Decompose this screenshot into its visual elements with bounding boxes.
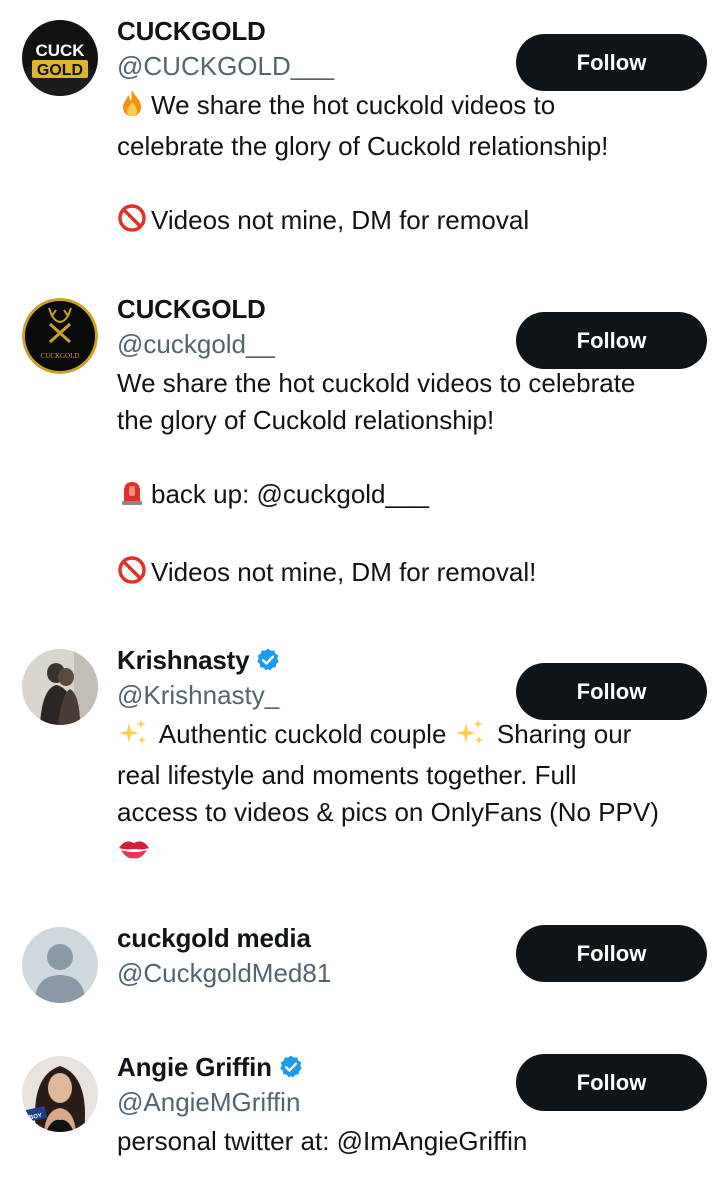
user-bio: personal twitter at: @ImAngieGriffin bbox=[117, 1126, 528, 1156]
fire-icon bbox=[117, 88, 147, 128]
backup-handle-link[interactable]: back up: @cuckgold___ bbox=[151, 479, 429, 509]
follow-button[interactable]: Follow bbox=[516, 312, 707, 369]
sparkles-icon bbox=[454, 717, 486, 757]
user-cell-cuckgold-2[interactable]: CUCKGOLD CUCKGOLD @cuckgold__ We share t… bbox=[0, 294, 723, 614]
display-name[interactable]: cuckgold media bbox=[117, 923, 311, 954]
svg-text:CUCK: CUCK bbox=[35, 41, 85, 60]
avatar[interactable]: CUCKGOLD bbox=[22, 298, 98, 374]
user-bio: We share the hot cuckold videos to celeb… bbox=[117, 365, 707, 595]
avatar[interactable] bbox=[22, 649, 98, 725]
siren-icon bbox=[117, 477, 147, 517]
kiss-mark-icon bbox=[117, 834, 151, 872]
verified-badge-icon bbox=[278, 1054, 304, 1080]
display-name[interactable]: Angie Griffin bbox=[117, 1052, 272, 1083]
display-name[interactable]: CUCKGOLD bbox=[117, 294, 266, 325]
display-name[interactable]: Krishnasty bbox=[117, 645, 250, 676]
verified-badge-icon bbox=[255, 647, 281, 673]
user-bio: We share the hot cuckold videos to celeb… bbox=[117, 87, 707, 243]
follow-button[interactable]: Follow bbox=[516, 34, 707, 91]
prohibited-icon bbox=[117, 555, 147, 595]
follow-button[interactable]: Follow bbox=[516, 925, 707, 982]
avatar-default-icon[interactable] bbox=[22, 927, 98, 1003]
user-bio: Authentic cuckold couple Sharing our rea… bbox=[117, 716, 707, 872]
avatar[interactable]: CUCK GOLD bbox=[22, 20, 98, 96]
svg-text:CUCKGOLD: CUCKGOLD bbox=[41, 352, 80, 360]
user-cell-krishnasty[interactable]: Krishnasty @Krishnasty_ Authentic cuckol… bbox=[0, 645, 723, 885]
follow-button[interactable]: Follow bbox=[516, 663, 707, 720]
prohibited-icon bbox=[117, 203, 147, 243]
user-cell-cuckgold-1[interactable]: CUCK GOLD CUCKGOLD @CUCKGOLD___ We share… bbox=[0, 16, 723, 276]
avatar[interactable]: BOY bbox=[22, 1056, 98, 1132]
user-cell-angie-griffin[interactable]: BOY Angie Griffin @AngieMGriffin persona… bbox=[0, 1052, 723, 1182]
display-name[interactable]: CUCKGOLD bbox=[117, 16, 266, 47]
user-cell-cuckgold-media[interactable]: cuckgold media @CuckgoldMed81 Follow bbox=[0, 923, 723, 1013]
sparkles-icon bbox=[117, 717, 149, 757]
svg-text:GOLD: GOLD bbox=[37, 62, 83, 79]
follow-button[interactable]: Follow bbox=[516, 1054, 707, 1111]
